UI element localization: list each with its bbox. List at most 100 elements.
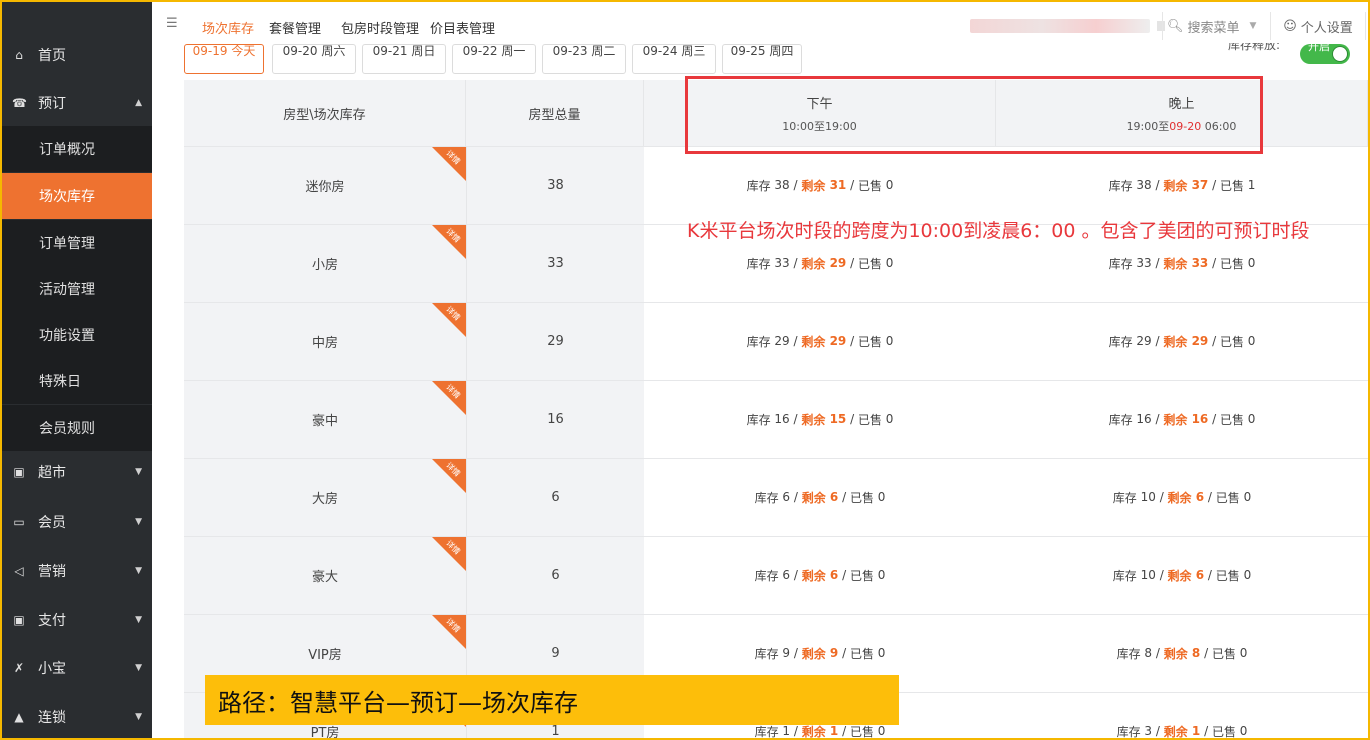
sep: / (838, 568, 850, 582)
sidebar-subitem-4[interactable]: 功能设置 (2, 312, 152, 358)
sidebar-item-label: 支付 (38, 613, 66, 629)
date-tab-label: 09-23 周二 (552, 44, 616, 58)
room-total-cell: 38 (466, 147, 644, 224)
sold-label: 已售 (857, 334, 886, 349)
sold-value: 0 (1247, 256, 1256, 270)
sold-label: 已售 (849, 646, 878, 661)
remain-value: 6 (829, 490, 839, 504)
sidebar-subitem-6[interactable]: 会员规则 (2, 405, 152, 451)
sep: / (1155, 568, 1168, 582)
sep: / (1208, 334, 1220, 348)
date-tab-4[interactable]: 09-23 周二 (542, 44, 626, 74)
sidebar-item-3[interactable]: ▭ 会员 ▼ (2, 499, 152, 545)
home-icon: ⌂ (15, 48, 23, 62)
personal-settings-button[interactable]: ☺ 个人设置 (1270, 12, 1366, 40)
inventory-release-toggle[interactable]: 开启 (1300, 44, 1350, 64)
remain-label: 剩余 (1163, 256, 1192, 271)
stock-label: 库存 (1116, 724, 1145, 739)
search-icon: 🔍︎ (1167, 18, 1184, 34)
details-corner-tag[interactable]: 详情 (432, 459, 466, 493)
date-tab-label: 09-19 今天 (192, 44, 256, 58)
sidebar-item-1[interactable]: ☎ 预订 ▲ (2, 80, 152, 126)
sep: / (1208, 256, 1220, 270)
sold-value: 0 (885, 412, 894, 426)
tab-price-list-management[interactable]: 价目表管理 (430, 18, 495, 37)
details-corner-tag[interactable]: 详情 (432, 615, 466, 649)
menu-toggle-icon[interactable]: ☰ (166, 16, 178, 31)
date-tab-6[interactable]: 09-25 周四 (722, 44, 802, 74)
afternoon-inventory-cell: 库存 6 / 剩余 6 / 已售 0 (644, 536, 996, 614)
tab-room-period-management[interactable]: 包房时段管理 (341, 18, 419, 37)
remain-label: 剩余 (1167, 568, 1196, 583)
sidebar-item-0[interactable]: ⌂ 首页 (2, 32, 152, 78)
sidebar-item-4[interactable]: ◁ 营销 ▼ (2, 548, 152, 594)
sidebar-item-label: 营销 (38, 564, 66, 580)
sold-label: 已售 (1219, 412, 1248, 427)
sold-value: 0 (877, 568, 886, 582)
remain-value: 33 (1191, 256, 1209, 270)
sold-value: 1 (1247, 178, 1256, 192)
menu-search[interactable]: 🔍︎ 搜索菜单 ▼ (1162, 12, 1274, 40)
app-window: ⌂ 首页 ☎ 预订 ▲ ▣ 超市 ▼ ▭ 会员 ▼ ◁ 营销 ▼ ▣ 支付 ▼ ✗ 小宝 ▼ ▲ 连锁 ▼ 订单概况 场次库存订… (0, 0, 1370, 740)
date-tab-label: 09-25 周四 (730, 44, 794, 58)
sep: / (1204, 490, 1216, 504)
chevron-down-icon: ▼ (135, 663, 142, 673)
date-tab-0[interactable]: 09-19 今天 (184, 44, 264, 74)
date-tab-1[interactable]: 09-20 周六 (272, 44, 356, 74)
chevron-up-icon: ▲ (135, 98, 142, 108)
date-tab-2[interactable]: 09-21 周日 (362, 44, 446, 74)
room-type-cell: 豪中 (184, 381, 466, 458)
details-corner-tag[interactable]: 详情 (432, 303, 466, 337)
sidebar-subitem-2[interactable]: 订单管理 (2, 220, 152, 266)
sep: / (1151, 178, 1164, 192)
remain-value: 37 (1191, 178, 1209, 192)
sidebar-subitem-0[interactable]: 订单概况 (2, 126, 152, 172)
chevron-down-icon: ▼ (135, 517, 142, 527)
chevron-down-icon: ▼ (135, 467, 142, 477)
sep: / (1208, 178, 1220, 192)
sidebar-item-5[interactable]: ▣ 支付 ▼ (2, 597, 152, 643)
sep: / (846, 256, 858, 270)
room-type-cell: 迷你房 (184, 147, 466, 224)
sep: / (789, 256, 802, 270)
stock-value: 38 (774, 178, 790, 192)
room-total-cell: 33 (466, 225, 644, 302)
remain-label: 剩余 (1163, 178, 1192, 193)
details-corner-tag[interactable]: 详情 (432, 225, 466, 259)
date-tab-5[interactable]: 09-24 周三 (632, 44, 716, 74)
afternoon-inventory-cell: 库存 38 / 剩余 31 / 已售 0 (644, 146, 996, 224)
details-corner-tag[interactable]: 详情 (432, 537, 466, 571)
room-type-cell: 小房 (184, 225, 466, 302)
details-corner-tag[interactable]: 详情 (432, 147, 466, 181)
sidebar-item-6[interactable]: ✗ 小宝 ▼ (2, 645, 152, 691)
remain-label: 剩余 (801, 334, 830, 349)
sidebar-item-label: 预订 (38, 96, 66, 112)
remain-value: 6 (1195, 490, 1205, 504)
stock-label: 库存 (754, 568, 783, 583)
sidebar-item-2[interactable]: ▣ 超市 ▼ (2, 449, 152, 495)
tab-package-management[interactable]: 套餐管理 (269, 18, 321, 37)
tab-session-inventory[interactable]: 场次库存 (202, 18, 254, 37)
afternoon-inventory-cell: 库存 16 / 剩余 15 / 已售 0 (644, 380, 996, 458)
sold-value: 0 (885, 256, 894, 270)
date-tab-label: 09-24 周三 (642, 44, 706, 58)
sidebar-subitem-3[interactable]: 活动管理 (2, 266, 152, 312)
highlight-box (685, 76, 1263, 154)
search-label: 搜索菜单 (1187, 20, 1240, 36)
date-tab-3[interactable]: 09-22 周一 (452, 44, 536, 74)
remain-value: 29 (829, 334, 847, 348)
evening-inventory-cell: 库存 3 / 剩余 1 / 已售 0 (996, 692, 1368, 739)
evening-inventory-cell: 库存 29 / 剩余 29 / 已售 0 (996, 302, 1368, 380)
sidebar-item-7[interactable]: ▲ 连锁 ▼ (2, 694, 152, 738)
sidebar-subitem-1[interactable]: 场次库存 (2, 173, 152, 219)
supermarket-icon: ▣ (13, 465, 25, 479)
sep: / (1208, 412, 1220, 426)
chevron-down-icon: ▼ (1249, 21, 1257, 31)
sold-label: 已售 (1211, 646, 1240, 661)
evening-inventory-cell: 库存 10 / 剩余 6 / 已售 0 (996, 458, 1368, 536)
stock-label: 库存 (746, 412, 775, 427)
details-corner-tag[interactable]: 详情 (432, 381, 466, 415)
sidebar-subitem-5[interactable]: 特殊日 (2, 358, 152, 404)
stock-value: 6 (782, 568, 791, 582)
remain-label: 剩余 (801, 178, 830, 193)
